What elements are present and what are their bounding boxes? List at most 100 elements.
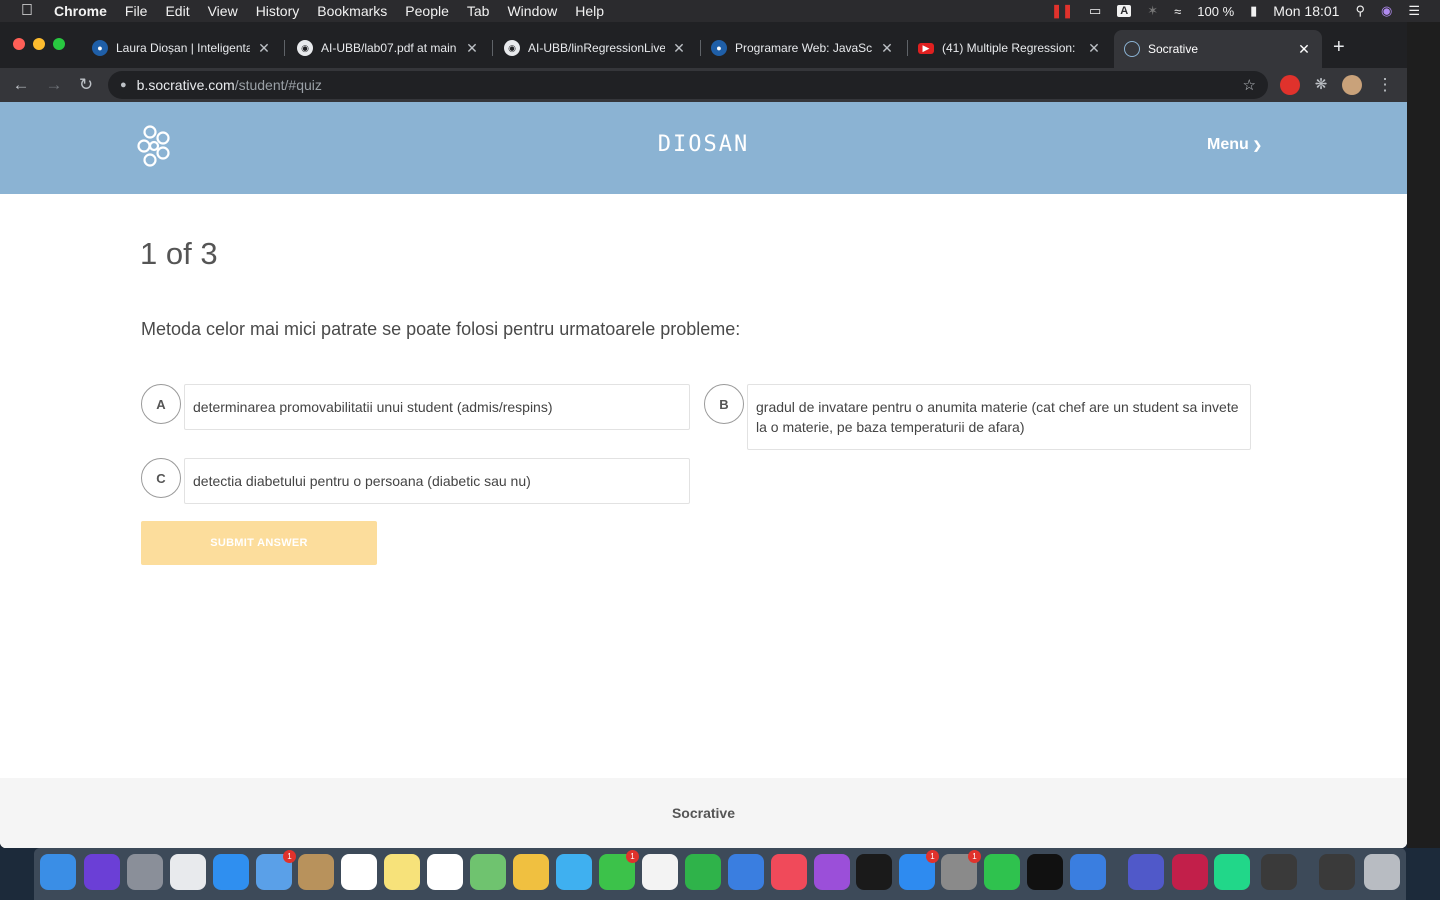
option-letter-a[interactable]: A [141, 384, 181, 424]
option-text-c[interactable]: detectia diabetului pentru o persoana (d… [184, 458, 690, 504]
keynote-icon[interactable] [728, 854, 764, 890]
system-preferences-icon[interactable]: 1 [941, 850, 981, 890]
spotlight-search-icon[interactable]: ⚲ [1355, 3, 1365, 19]
menu-edit[interactable]: Edit [165, 3, 189, 19]
new-tab-button[interactable]: + [1333, 36, 1345, 59]
wifi-icon[interactable]: ≈ [1174, 4, 1181, 19]
tab-programare-web[interactable]: ● Programare Web: JavaSc ✕ [701, 32, 905, 64]
chrome-icon[interactable] [170, 854, 206, 890]
messages-icon[interactable] [556, 854, 592, 890]
menu-tab[interactable]: Tab [467, 3, 490, 19]
menu-window[interactable]: Window [507, 3, 557, 19]
menu-bookmarks[interactable]: Bookmarks [317, 3, 387, 19]
tab-separator [492, 40, 493, 56]
close-tab-icon[interactable]: ✕ [879, 40, 895, 57]
option-letter-b[interactable]: B [704, 384, 744, 424]
answer-option-a[interactable]: A determinarea promovabilitatii unui stu… [141, 384, 690, 430]
menu-app-name[interactable]: Chrome [54, 3, 107, 19]
battery-icon[interactable]: ▮ [1250, 3, 1257, 19]
safari-icon[interactable] [213, 854, 249, 890]
tab-socrative[interactable]: Socrative ✕ [1114, 30, 1322, 68]
question-text: Metoda celor mai mici patrate se poate f… [141, 319, 741, 339]
answer-option-c[interactable]: C detectia diabetului pentru o persoana … [141, 458, 690, 504]
maps-icon[interactable] [470, 854, 506, 890]
option-letter-c[interactable]: C [141, 458, 181, 498]
reminders-icon[interactable] [427, 854, 463, 890]
numbers-icon[interactable] [685, 854, 721, 890]
parallels-icon[interactable] [1070, 854, 1106, 890]
contacts-icon[interactable] [298, 854, 334, 890]
reload-icon[interactable]: ↻ [75, 74, 97, 96]
airplay-icon[interactable]: ▭ [1089, 3, 1101, 19]
close-tab-icon[interactable]: ✕ [1296, 41, 1312, 58]
freeform-icon[interactable] [642, 854, 678, 890]
bookmark-star-icon[interactable]: ☆ [1243, 76, 1256, 94]
tab-linregression[interactable]: ◉ AI-UBB/linRegressionLive ✕ [494, 32, 697, 64]
close-tab-icon[interactable]: ✕ [464, 40, 480, 57]
tab-lab07[interactable]: ◉ AI-UBB/lab07.pdf at main ✕ [287, 32, 490, 64]
clock[interactable]: Mon 18:01 [1273, 3, 1339, 19]
finder-icon[interactable] [40, 854, 76, 890]
browser-toolbar: ← → ↻ ● b.socrative.com /student/#quiz ☆… [0, 68, 1407, 102]
close-window-button[interactable] [13, 38, 25, 50]
facetime-icon[interactable]: 1 [599, 850, 639, 890]
podcasts-icon[interactable] [814, 854, 850, 890]
mission-control-icon[interactable] [1319, 854, 1355, 890]
photos-icon[interactable] [513, 854, 549, 890]
forward-arrow-icon[interactable]: → [43, 74, 65, 96]
mail-icon[interactable]: 1 [256, 850, 296, 890]
siri-menu-icon[interactable]: ◉ [1381, 3, 1392, 19]
submit-answer-button[interactable]: SUBMIT ANSWER [141, 521, 377, 565]
minimize-window-button[interactable] [33, 38, 45, 50]
tab-laura-diosan[interactable]: ● Laura Dioșan | Inteligenta ✕ [82, 32, 282, 64]
menu-file[interactable]: File [125, 3, 148, 19]
terminal-icon[interactable] [1027, 854, 1063, 890]
adblock-extension-icon[interactable] [1280, 75, 1300, 95]
music-icon[interactable] [771, 854, 807, 890]
rider-icon[interactable] [1172, 854, 1208, 890]
battery-percent[interactable]: 100 % [1197, 4, 1234, 19]
question-progress: 1 of 3 [140, 236, 218, 271]
github-icon: ◉ [297, 40, 313, 56]
menu-history[interactable]: History [256, 3, 300, 19]
answer-option-b[interactable]: B gradul de invatare pentru o anumita ma… [704, 384, 1251, 450]
notification-badge: 1 [626, 850, 639, 863]
whatsapp-icon[interactable] [984, 854, 1020, 890]
notification-center-icon[interactable]: ☰ [1408, 3, 1420, 19]
lock-icon[interactable]: ● [120, 79, 127, 91]
option-text-b[interactable]: gradul de invatare pentru o anumita mate… [747, 384, 1251, 450]
menu-view[interactable]: View [208, 3, 238, 19]
extensions-puzzle-icon[interactable]: ❋ [1310, 74, 1332, 96]
screen-sharing-icon[interactable] [1261, 854, 1297, 890]
footer-brand[interactable]: Socrative [0, 805, 1407, 821]
input-source-icon[interactable]: A [1117, 5, 1132, 17]
launchpad-icon[interactable] [127, 854, 163, 890]
more-menu-icon[interactable]: ⋮ [1374, 74, 1396, 96]
close-tab-icon[interactable]: ✕ [671, 40, 687, 57]
menu-people[interactable]: People [405, 3, 449, 19]
teams-icon[interactable] [1128, 854, 1164, 890]
tab-youtube-regression[interactable]: ▶ (41) Multiple Regression: ✕ [908, 32, 1112, 64]
close-tab-icon[interactable]: ✕ [1086, 40, 1102, 57]
calendar-icon[interactable] [341, 854, 377, 890]
back-arrow-icon[interactable]: ← [10, 74, 32, 96]
zoom-window-button[interactable] [53, 38, 65, 50]
url-host: b.socrative.com [136, 77, 235, 93]
bluetooth-icon[interactable]: ✶ [1147, 3, 1158, 19]
profile-avatar[interactable] [1342, 75, 1362, 95]
apple-icon[interactable]:  [0, 2, 54, 20]
option-text-a[interactable]: determinarea promovabilitatii unui stude… [184, 384, 690, 430]
trash-icon[interactable] [1364, 854, 1400, 890]
appstore-icon[interactable]: 1 [899, 850, 939, 890]
page-content: DIOSAN Menu ❯ 1 of 3 Metoda celor mai mic… [0, 102, 1407, 848]
pycharm-icon[interactable] [1214, 854, 1250, 890]
notes-icon[interactable] [384, 854, 420, 890]
siri-icon[interactable] [84, 854, 120, 890]
menu-help[interactable]: Help [575, 3, 604, 19]
recording-indicator-icon[interactable]: ❚❚ [1051, 3, 1073, 19]
menu-dropdown-button[interactable]: Menu ❯ [1207, 136, 1262, 154]
address-bar[interactable]: ● b.socrative.com /student/#quiz ☆ [108, 71, 1268, 99]
close-tab-icon[interactable]: ✕ [256, 40, 272, 57]
tv-icon[interactable] [856, 854, 892, 890]
chrome-window: ● Laura Dioșan | Inteligenta ✕ ◉ AI-UBB/… [0, 22, 1407, 848]
